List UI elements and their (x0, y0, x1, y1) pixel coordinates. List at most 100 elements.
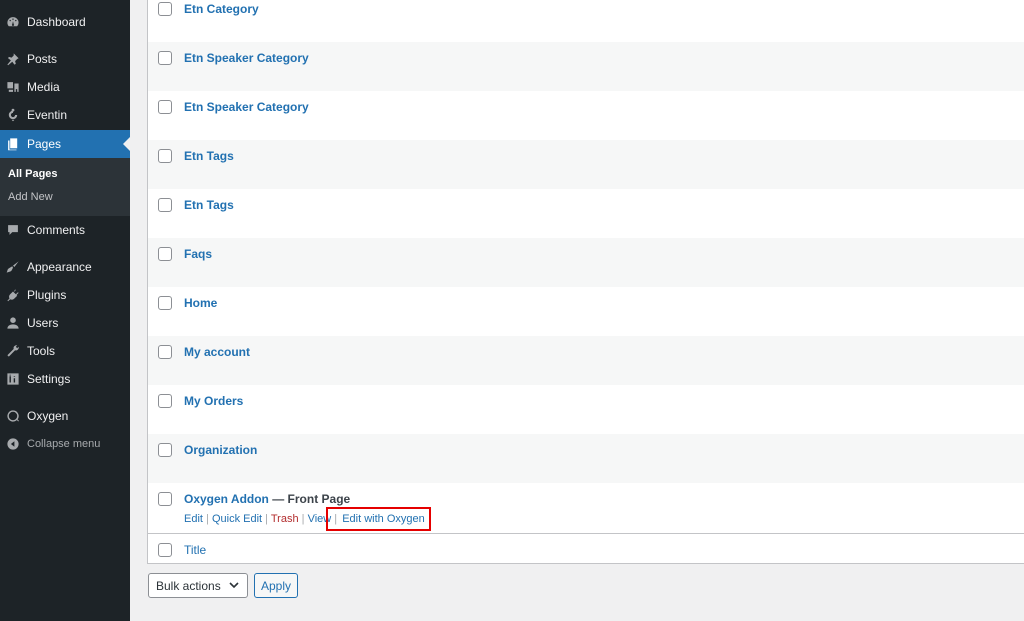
table-row: Etn Tags (148, 140, 1024, 189)
table-row: Etn Speaker Category (148, 42, 1024, 91)
column-header-title[interactable]: Title (184, 543, 206, 557)
edit-link[interactable]: Edit (184, 513, 203, 525)
dashboard-icon (6, 15, 20, 29)
page-title-link[interactable]: My Orders (184, 394, 243, 408)
pages-icon (6, 137, 20, 151)
row-checkbox[interactable] (158, 443, 172, 457)
sidebar-item-media[interactable]: Media (0, 73, 130, 101)
page-title-text: Etn Category (184, 2, 259, 16)
pages-submenu: All Pages Add New (0, 158, 130, 216)
page-title-link[interactable]: Etn Tags (184, 149, 234, 163)
sidebar-item-label: Posts (27, 52, 58, 66)
page-title-text: Etn Speaker Category (184, 100, 309, 114)
bulk-actions-select[interactable]: Bulk actions (148, 573, 248, 598)
sidebar-item-tools[interactable]: Tools (0, 337, 130, 365)
row-checkbox[interactable] (158, 2, 172, 16)
page-title-link[interactable]: Etn Category (184, 2, 259, 16)
admin-sidebar: Dashboard Posts Media Eventin Pages All … (0, 0, 130, 621)
sidebar-item-dashboard[interactable]: Dashboard (0, 8, 130, 36)
apply-button[interactable]: Apply (254, 573, 298, 598)
action-separator: | (202, 513, 212, 525)
page-title-link[interactable]: Organization (184, 443, 257, 457)
select-all-checkbox[interactable] (158, 543, 172, 557)
sidebar-item-comments[interactable]: Comments (0, 216, 130, 244)
table-row: Etn Speaker Category (148, 91, 1024, 140)
sidebar-item-eventin[interactable]: Eventin (0, 101, 130, 129)
sidebar-item-label: Tools (27, 344, 56, 358)
sidebar-item-plugins[interactable]: Plugins (0, 281, 130, 309)
table-row: Etn Category (148, 0, 1024, 42)
table-row: Organization (148, 434, 1024, 483)
sidebar-item-label: Dashboard (27, 15, 86, 29)
row-checkbox[interactable] (158, 100, 172, 114)
page-title-link[interactable]: Etn Speaker Category (184, 51, 309, 65)
sidebar-item-label: Plugins (27, 288, 67, 302)
quick-edit-link[interactable]: Quick Edit (212, 513, 262, 525)
wrench-icon (6, 344, 20, 358)
sidebar-item-appearance[interactable]: Appearance (0, 253, 130, 281)
page-title-link[interactable]: Faqs (184, 247, 212, 261)
table-row: Faqs (148, 238, 1024, 287)
media-icon (6, 80, 20, 94)
page-title-link[interactable]: My account (184, 345, 250, 359)
page-title-text: Etn Tags (184, 198, 234, 212)
collapse-menu-button[interactable]: Collapse menu (0, 430, 130, 458)
page-title-text: Etn Tags (184, 149, 234, 163)
pages-table: Etn Category Etn Speaker Category Etn Spea… (147, 0, 1024, 564)
page-title-text: My Orders (184, 394, 244, 408)
row-checkbox[interactable] (158, 296, 172, 310)
sidebar-item-label: Pages (27, 137, 62, 151)
table-row: My account (148, 336, 1024, 385)
row-checkbox[interactable] (158, 345, 172, 359)
sidebar-item-label: Users (27, 316, 59, 330)
action-separator: | (262, 513, 271, 525)
main-content: Etn Category Etn Speaker Category Etn Spea… (130, 0, 1024, 621)
sidebar-item-label: Oxygen (27, 409, 69, 423)
row-checkbox[interactable] (158, 394, 172, 408)
page-title-text: Etn Speaker Category (184, 51, 309, 65)
sidebar-item-oxygen[interactable]: Oxygen (0, 402, 130, 430)
submenu-all-pages[interactable]: All Pages (8, 168, 58, 180)
page-title-text: Oxygen Addon (184, 492, 269, 506)
page-title-link[interactable]: Etn Speaker Category (184, 100, 309, 114)
row-checkbox[interactable] (158, 247, 172, 261)
row-checkbox[interactable] (158, 198, 172, 212)
eventin-icon (6, 108, 20, 122)
page-title-link[interactable]: Etn Tags (184, 198, 234, 212)
sidebar-item-label: Collapse menu (27, 438, 101, 450)
page-title-text: Home (184, 296, 218, 310)
chevron-down-icon (229, 582, 239, 589)
collapse-icon (6, 437, 20, 451)
brush-icon (6, 260, 20, 274)
comment-icon (6, 223, 20, 237)
row-checkbox[interactable] (158, 492, 172, 506)
table-row: My Orders (148, 385, 1024, 434)
page-title-text: Organization (184, 443, 258, 457)
table-row: Home (148, 287, 1024, 336)
row-checkbox[interactable] (158, 51, 172, 65)
submenu-add-new[interactable]: Add New (8, 191, 53, 203)
table-row: Oxygen Addon — Front Page Edit | Quick Ed… (148, 483, 1024, 530)
row-checkbox[interactable] (158, 149, 172, 163)
user-icon (6, 316, 20, 330)
table-row: Etn Tags (148, 189, 1024, 238)
page-title-link[interactable]: Home (184, 296, 217, 310)
trash-link[interactable]: Trash (271, 513, 299, 525)
sidebar-item-posts[interactable]: Posts (0, 45, 130, 73)
page-title-link[interactable]: Oxygen Addon — Front Page (184, 492, 350, 506)
table-footer-row: Title (148, 533, 1024, 564)
sidebar-item-label: Settings (27, 372, 71, 386)
sidebar-item-label: Media (27, 80, 60, 94)
sidebar-item-users[interactable]: Users (0, 309, 130, 337)
sidebar-item-pages[interactable]: Pages (0, 130, 130, 158)
plug-icon (6, 288, 20, 302)
oxygen-icon (6, 409, 20, 423)
settings-icon (6, 372, 20, 386)
page-title-text: Faqs (184, 247, 213, 261)
page-state-label: — Front Page (268, 492, 351, 506)
sidebar-item-settings[interactable]: Settings (0, 365, 130, 393)
sidebar-item-label: Appearance (27, 260, 92, 274)
highlight-box (326, 507, 431, 531)
pin-icon (6, 52, 20, 66)
bulk-actions-value: Bulk actions (156, 578, 221, 593)
